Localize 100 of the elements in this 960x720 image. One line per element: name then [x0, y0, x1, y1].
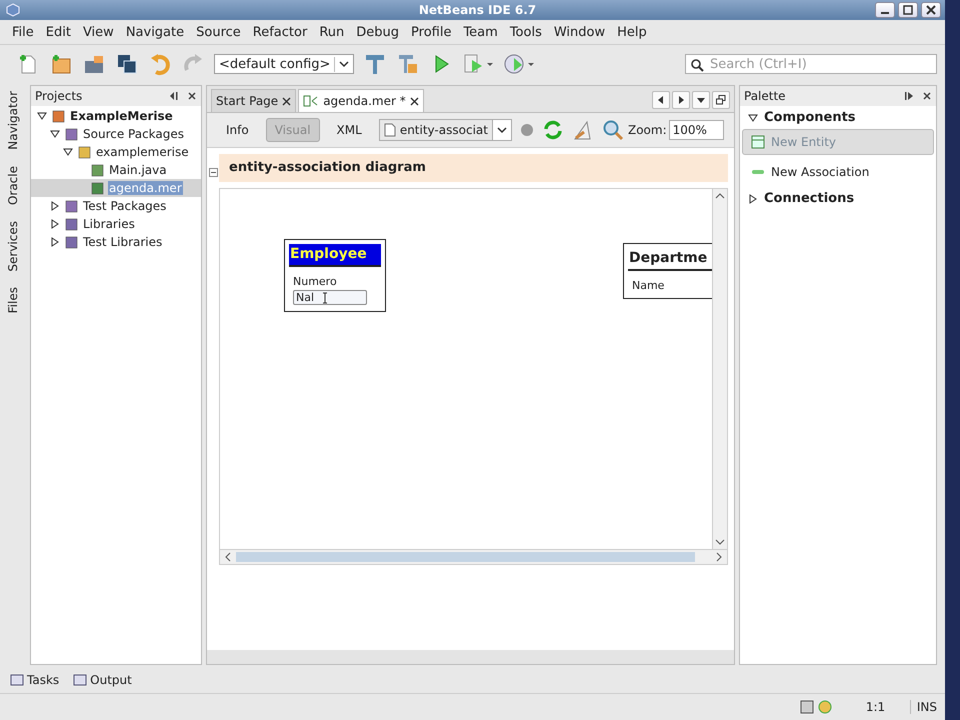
right-arrow-icon [677, 96, 685, 104]
refresh-icon[interactable] [542, 119, 564, 141]
expanded-icon[interactable] [50, 129, 60, 139]
close-icon[interactable] [410, 96, 419, 106]
profile-icon[interactable] [503, 52, 536, 76]
entity-icon [751, 135, 765, 149]
window-title: NetBeans IDE 6.7 [418, 3, 536, 17]
menu-item[interactable]: Edit [40, 24, 77, 40]
search-icon [690, 58, 704, 72]
zoom-icon[interactable] [602, 119, 624, 141]
panel-title: Palette [744, 89, 787, 103]
tree-item[interactable]: Main.java [108, 163, 168, 177]
tree-item[interactable]: ExampleMerise [69, 109, 174, 123]
close-icon[interactable] [922, 91, 932, 101]
java-icon [90, 163, 104, 177]
zoom-label: Zoom: [628, 123, 667, 137]
diagram-header: entity-association diagram [219, 154, 728, 182]
vertical-scrollbar[interactable] [712, 189, 727, 549]
menu-item[interactable]: Debug [350, 24, 406, 40]
update-icon [818, 700, 832, 714]
scroll-left-button[interactable] [652, 91, 670, 109]
expanded-icon[interactable] [63, 147, 73, 157]
entity-name[interactable]: Employee [289, 244, 381, 267]
cube-icon [6, 3, 20, 17]
editor-tab[interactable]: Start Page [211, 89, 296, 112]
minimize-button[interactable] [875, 2, 895, 18]
down-arrow-icon [697, 96, 705, 104]
tree-item[interactable]: Test Libraries [82, 235, 164, 249]
scroll-right-button[interactable] [672, 91, 690, 109]
entity-box[interactable]: Departme Name [623, 243, 712, 299]
source-icon [64, 199, 78, 213]
tree-item[interactable]: Source Packages [82, 127, 186, 141]
package-icon [77, 145, 91, 159]
menu-item[interactable]: Profile [405, 24, 458, 40]
expand-icon[interactable] [748, 112, 758, 122]
entity-box[interactable]: Employee Numero Nal [284, 239, 386, 312]
window-icon [10, 674, 24, 686]
view-toggle[interactable]: Info [217, 118, 258, 142]
side-tab[interactable]: Files [6, 287, 20, 314]
attribute-label[interactable]: Numero [293, 275, 381, 288]
bottom-tab[interactable]: Output [73, 673, 132, 687]
collapse-icon[interactable] [209, 168, 218, 177]
close-button[interactable] [921, 2, 941, 18]
side-tab[interactable]: Services [6, 220, 20, 272]
collapsed-icon[interactable] [50, 201, 60, 211]
config-dropdown[interactable]: <default config> [214, 54, 354, 74]
panel-title: Projects [35, 89, 84, 103]
document-icon [384, 123, 396, 137]
mer-icon [90, 181, 104, 195]
source-icon [64, 127, 78, 141]
window-icon [73, 674, 88, 686]
restore-icon [716, 95, 726, 105]
menu-item[interactable]: Help [611, 24, 653, 40]
editor-tab[interactable]: agenda.mer * [298, 89, 424, 112]
horizontal-scrollbar[interactable] [219, 549, 728, 565]
side-tab[interactable]: Oracle [6, 166, 20, 205]
side-tab[interactable]: Navigator [6, 91, 20, 150]
search-field[interactable]: Search (Ctrl+I) [685, 54, 937, 74]
close-icon[interactable] [282, 96, 292, 106]
status-icon [800, 700, 814, 714]
tree-item[interactable]: Test Packages [82, 199, 168, 213]
collapsed-icon[interactable] [50, 237, 60, 247]
caret-position: 1:1 [866, 700, 886, 714]
tree-item[interactable]: Libraries [82, 217, 136, 231]
palette-category[interactable]: Connections [764, 191, 854, 206]
menu-item[interactable]: Window [548, 24, 612, 40]
insert-mode: INS [910, 700, 937, 714]
save-icon[interactable] [115, 52, 139, 76]
collapsed-icon[interactable] [50, 219, 60, 229]
palette-item[interactable]: New Association [742, 159, 934, 185]
attribute-label[interactable]: Name [632, 279, 712, 292]
maximize-icon [903, 5, 913, 15]
text-cursor-icon [322, 292, 328, 304]
close-icon [926, 5, 936, 15]
menu-item[interactable]: Refactor [246, 24, 314, 40]
maximize-button[interactable] [898, 2, 918, 18]
minimize-icon [881, 12, 889, 14]
palette-category[interactable]: Components [764, 110, 856, 125]
expanded-icon[interactable] [37, 111, 47, 121]
expand-icon[interactable] [748, 194, 758, 204]
close-icon[interactable] [187, 91, 197, 101]
zoom-field[interactable]: 100% [668, 120, 724, 140]
diagram-file-icon [303, 95, 320, 107]
diagram-dropdown[interactable]: entity-associat [378, 119, 512, 141]
attribute-input[interactable]: Nal [293, 290, 367, 305]
left-arrow-icon [657, 96, 665, 104]
bottom-tab[interactable]: Tasks [10, 673, 60, 687]
menu-item[interactable]: Run [313, 24, 350, 40]
menu-item[interactable]: Source [190, 24, 247, 40]
restore-button[interactable] [712, 91, 730, 109]
library-icon [64, 235, 78, 249]
menu-item[interactable]: Navigate [120, 24, 190, 40]
tree-item[interactable]: examplemerise [95, 145, 190, 159]
menu-item[interactable]: View [76, 24, 120, 40]
menu-item[interactable]: File [6, 24, 40, 40]
menu-item[interactable]: Tools [504, 24, 548, 40]
menu-item[interactable]: Team [457, 24, 504, 40]
view-toggle[interactable]: XML [328, 118, 371, 142]
document-list-button[interactable] [692, 91, 710, 109]
project-icon [51, 109, 65, 123]
